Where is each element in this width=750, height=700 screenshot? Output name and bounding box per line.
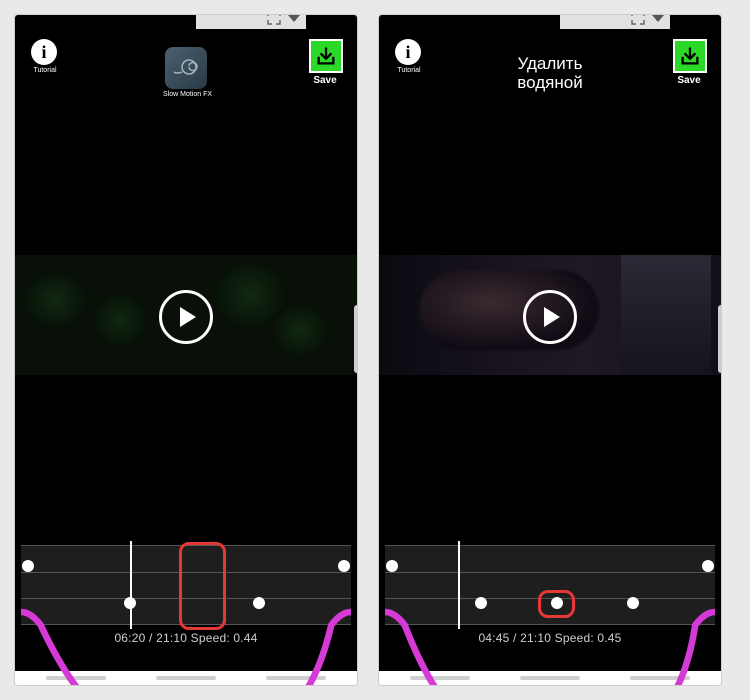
app-badge[interactable]: Slow Motion FX [163,47,209,98]
highlight-box [179,542,225,630]
save-label: Save [305,75,345,86]
play-icon [180,307,196,327]
curve-handle[interactable] [475,597,487,609]
side-edge-handle[interactable] [718,305,722,373]
download-icon [679,45,701,67]
save-button[interactable] [673,39,707,73]
speed-timeline: 04:45 / 21:10 Speed: 0.45 [385,545,715,655]
chevron-down-icon [288,15,300,22]
info-button[interactable]: i [395,39,421,65]
snail-icon [165,47,207,89]
save-button[interactable] [309,39,343,73]
speed-graph[interactable] [21,545,351,625]
side-edge-handle[interactable] [354,305,358,373]
phone-2: i Tutorial Удалить водяной Save [378,14,722,686]
system-dropdown-bar[interactable] [196,14,306,29]
expand-icon [266,14,282,26]
play-button[interactable] [159,290,213,344]
download-icon [315,45,337,67]
phone-1: i Tutorial Slow Motion FX Save [14,14,358,686]
speed-graph[interactable] [385,545,715,625]
curve-endpoint[interactable] [338,560,350,572]
play-icon [544,307,560,327]
curve-handle[interactable] [627,597,639,609]
curve-handle[interactable] [253,597,265,609]
app-screen: i Tutorial Slow Motion FX Save [15,15,357,671]
remove-watermark-text[interactable]: Удалить водяной [517,55,582,92]
playhead[interactable] [130,541,132,629]
chevron-down-icon [652,15,664,22]
play-button[interactable] [523,290,577,344]
app-screen: i Tutorial Удалить водяной Save [379,15,721,671]
save-label: Save [669,75,709,86]
app-name: Slow Motion FX [163,91,209,98]
highlight-box [538,590,574,618]
speed-timeline: 06:20 / 21:10 Speed: 0.44 [21,545,351,655]
tutorial-label: Tutorial [387,67,431,74]
curve-endpoint[interactable] [702,560,714,572]
top-toolbar: i Tutorial Slow Motion FX Save [15,33,357,93]
playhead[interactable] [458,541,460,629]
tutorial-label: Tutorial [23,67,67,74]
info-button[interactable]: i [31,39,57,65]
curve-endpoint[interactable] [22,560,34,572]
expand-icon [630,14,646,26]
curve-endpoint[interactable] [386,560,398,572]
top-toolbar: i Tutorial Удалить водяной Save [379,33,721,93]
system-dropdown-bar[interactable] [560,14,670,29]
